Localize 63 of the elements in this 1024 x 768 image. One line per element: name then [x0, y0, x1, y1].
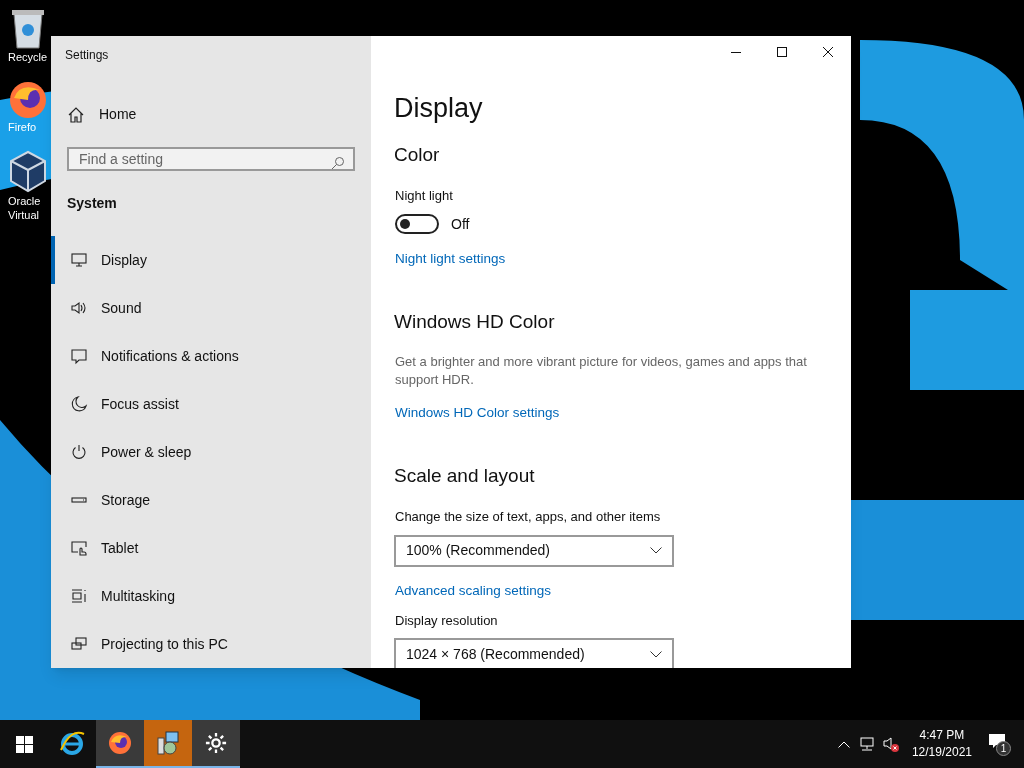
firefox-icon[interactable] — [8, 80, 48, 120]
setting-label: Night light — [394, 187, 454, 205]
installer-icon — [155, 730, 181, 756]
section-heading: Windows HD Color — [394, 309, 556, 334]
nav-item[interactable]: Power & sleep — [51, 428, 371, 476]
multitask-icon — [70, 587, 88, 605]
tablet-icon — [70, 539, 88, 557]
taskbar-app[interactable] — [192, 720, 240, 768]
setting-label: Display resolution — [394, 611, 499, 630]
network-icon[interactable] — [857, 736, 876, 752]
nav-item[interactable]: Focus assist — [51, 380, 371, 428]
clock-time: 4:47 PM — [919, 727, 965, 744]
dropdown[interactable]: 100% (Recommended) — [394, 534, 674, 567]
section-heading: System — [67, 194, 118, 213]
browser-e-icon — [59, 730, 85, 756]
dropdown[interactable]: 1024 × 768 (Recommended) — [394, 638, 674, 668]
toggle-state: Off — [451, 214, 470, 234]
power-icon — [70, 443, 88, 461]
desktop-icon-label: Firefo — [8, 120, 37, 134]
search-field[interactable]: Find a setting — [67, 147, 355, 171]
project-icon — [70, 635, 88, 653]
firefox-icon — [107, 730, 133, 756]
description-text: Get a brighter and more vibrant picture for videos, games and apps that support HDR. — [394, 352, 808, 389]
settings-link[interactable]: Advanced scaling settings — [394, 580, 552, 601]
setting-label: Change the size of text, apps, and other items — [394, 508, 662, 526]
close-icon — [823, 47, 833, 57]
window-title: Settings — [65, 47, 110, 64]
clock-date: 12/19/2021 — [911, 744, 972, 761]
home-button[interactable]: Home — [67, 104, 371, 125]
section-heading: Scale and layout — [394, 464, 536, 488]
nav-item[interactable]: Notifications & actions — [51, 332, 371, 380]
nav-item[interactable]: Projecting to this PC — [51, 620, 371, 668]
taskbar-app[interactable] — [144, 720, 192, 768]
chevron-down-icon — [650, 547, 662, 554]
section-heading: Color — [394, 143, 441, 167]
settings-link[interactable]: Night light settings — [394, 248, 506, 269]
search-icon — [331, 156, 345, 170]
cube-icon[interactable] — [8, 150, 48, 194]
toggle-switch[interactable] — [395, 214, 439, 234]
home-icon — [67, 105, 85, 124]
gear-icon — [205, 732, 227, 754]
speaker-icon — [70, 299, 88, 317]
notification-badge: 1 — [996, 741, 1011, 756]
nav-item[interactable]: Storage — [51, 476, 371, 524]
desktop-icon-label: Oracle Virtual — [8, 194, 41, 222]
chevron-up-icon[interactable] — [837, 740, 850, 748]
settings-link[interactable]: Windows HD Color settings — [394, 402, 560, 423]
clock[interactable]: 4:47 PM 12/19/2021 — [911, 727, 972, 761]
page-title: Display — [394, 92, 484, 125]
desktop-icon-label: Recycle — [8, 50, 48, 64]
chevron-down-icon — [650, 650, 662, 658]
muted-speaker-icon[interactable] — [881, 736, 900, 752]
monitor-icon — [70, 251, 88, 269]
moon-icon — [70, 395, 88, 413]
nav-item[interactable]: Tablet — [51, 524, 371, 572]
minimize-icon — [731, 51, 741, 53]
taskbar-app[interactable] — [96, 720, 144, 768]
maximize-icon — [777, 47, 787, 57]
nav-item[interactable]: Sound — [51, 284, 371, 332]
windows-logo-icon — [15, 735, 33, 753]
message-icon — [70, 347, 88, 365]
nav-item[interactable]: Multitasking — [51, 572, 371, 620]
nav-item[interactable]: Display — [51, 236, 371, 284]
